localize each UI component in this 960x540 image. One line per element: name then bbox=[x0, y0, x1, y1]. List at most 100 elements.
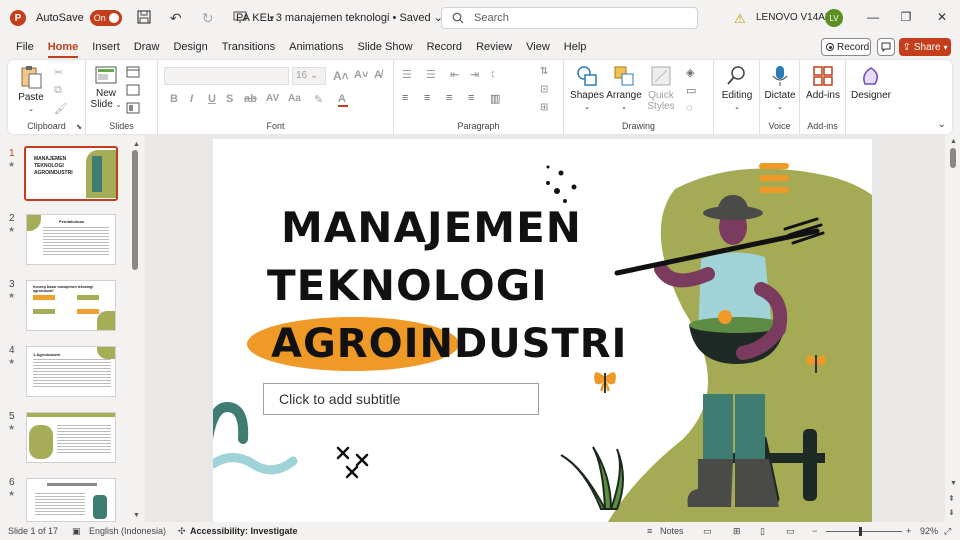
record-button[interactable]: Record bbox=[821, 38, 871, 56]
tab-view[interactable]: View bbox=[526, 39, 550, 55]
paste-button[interactable]: Paste ⌄ bbox=[14, 64, 48, 114]
normal-view-icon[interactable]: ▭ bbox=[703, 526, 712, 537]
thumbnail-slide-1[interactable]: MANAJEMEN TEKNOLOGI AGROINDUSTRI bbox=[24, 146, 118, 201]
text-direction-icon[interactable]: ⇅ bbox=[540, 66, 548, 77]
clipboard-launcher-icon[interactable]: ⬊ bbox=[76, 123, 82, 131]
numbering-icon[interactable]: ☰ bbox=[426, 68, 436, 81]
tab-transitions[interactable]: Transitions bbox=[222, 39, 275, 55]
italic-icon[interactable]: I bbox=[190, 93, 193, 105]
slide-sorter-icon[interactable]: ⊞ bbox=[733, 526, 741, 537]
search-input[interactable]: Search bbox=[441, 7, 698, 29]
thumbnail-scrollbar[interactable] bbox=[132, 150, 138, 270]
increase-indent-icon[interactable]: ⇥ bbox=[470, 68, 479, 81]
change-case-icon[interactable]: Aa bbox=[288, 93, 301, 104]
columns-icon[interactable]: ▥ bbox=[490, 92, 500, 105]
highlight-icon[interactable]: ✎ bbox=[314, 93, 323, 106]
strikethrough-icon[interactable]: ab bbox=[244, 93, 257, 105]
bold-icon[interactable]: B bbox=[170, 93, 178, 105]
warning-icon[interactable]: ⚠ bbox=[734, 11, 746, 27]
redo-icon[interactable]: ↻ bbox=[198, 10, 218, 27]
format-painter-icon[interactable]: 🖌 bbox=[54, 102, 68, 115]
reset-icon[interactable] bbox=[126, 84, 140, 96]
quick-styles-button[interactable]: Quick Styles bbox=[644, 64, 678, 112]
addins-button[interactable]: Add-ins bbox=[804, 64, 842, 101]
tab-help[interactable]: Help bbox=[564, 39, 587, 55]
shape-outline-icon[interactable]: ▭ bbox=[686, 84, 696, 97]
line-spacing-icon[interactable]: ↕ bbox=[490, 68, 496, 80]
scroll-up-icon[interactable]: ▲ bbox=[950, 138, 957, 145]
tab-design[interactable]: Design bbox=[173, 39, 207, 55]
slide-1[interactable]: MANAJEMEN TEKNOLOGI AGROINDUSTRI Click t… bbox=[213, 139, 872, 522]
comments-button[interactable] bbox=[877, 38, 895, 56]
next-slide-icon[interactable]: ⇟ bbox=[948, 508, 955, 517]
slideshow-view-icon[interactable]: ▭ bbox=[786, 526, 795, 537]
scroll-up-icon[interactable]: ▲ bbox=[133, 141, 140, 148]
cut-icon[interactable]: ✂ bbox=[54, 66, 68, 79]
section-icon[interactable] bbox=[126, 102, 140, 114]
tab-record[interactable]: Record bbox=[427, 39, 462, 55]
spelling-icon[interactable]: ▣ bbox=[72, 526, 81, 537]
language-status[interactable]: English (Indonesia) bbox=[89, 526, 166, 536]
tab-animations[interactable]: Animations bbox=[289, 39, 343, 55]
increase-font-icon[interactable]: A˄ bbox=[333, 69, 349, 83]
bullets-icon[interactable]: ☰ bbox=[402, 68, 412, 81]
character-spacing-icon[interactable]: AV bbox=[266, 93, 279, 104]
tab-slide-show[interactable]: Slide Show bbox=[358, 39, 413, 55]
tab-review[interactable]: Review bbox=[476, 39, 512, 55]
layout-icon[interactable] bbox=[126, 66, 140, 78]
justify-icon[interactable]: ≡ bbox=[468, 92, 474, 104]
restore-icon[interactable]: ❐ bbox=[896, 10, 916, 24]
thumbnail-slide-4[interactable]: 1.Agroindustri bbox=[26, 346, 116, 397]
previous-slide-icon[interactable]: ⇞ bbox=[948, 494, 955, 503]
shapes-button[interactable]: Shapes ⌄ bbox=[570, 64, 604, 112]
align-text-icon[interactable]: ⊡ bbox=[540, 84, 548, 95]
editing-button[interactable]: Editing ⌄ bbox=[718, 64, 756, 112]
arrange-button[interactable]: Arrange ⌄ bbox=[606, 64, 642, 112]
document-title[interactable]: PA KEL 3 manajemen teknologi • Saved ⌄ bbox=[236, 11, 443, 24]
thumbnail-slide-6[interactable] bbox=[26, 478, 116, 522]
align-right-icon[interactable]: ≡ bbox=[446, 92, 452, 104]
clear-formatting-icon[interactable]: A̸ bbox=[374, 69, 382, 81]
designer-button[interactable]: Designer bbox=[850, 64, 892, 101]
subtitle-placeholder[interactable]: Click to add subtitle bbox=[263, 383, 539, 415]
collapse-ribbon-icon[interactable]: ⌄ bbox=[938, 119, 946, 130]
dictate-button[interactable]: Dictate ⌄ bbox=[762, 64, 798, 112]
zoom-in-icon[interactable]: + bbox=[906, 526, 911, 536]
tab-draw[interactable]: Draw bbox=[134, 39, 160, 55]
underline-icon[interactable]: U bbox=[208, 93, 216, 105]
autosave-toggle[interactable]: On bbox=[89, 10, 122, 26]
thumbnail-slide-5[interactable] bbox=[26, 412, 116, 463]
accessibility-status[interactable]: Accessibility: Investigate bbox=[190, 526, 298, 536]
notes-button[interactable]: Notes bbox=[660, 526, 684, 536]
slide-title-line-1[interactable]: MANAJEMEN bbox=[281, 203, 582, 252]
minimize-icon[interactable]: — bbox=[863, 10, 883, 24]
undo-icon[interactable]: ↶ bbox=[166, 10, 186, 27]
align-left-icon[interactable]: ≡ bbox=[402, 92, 408, 104]
thumbnail-slide-3[interactable]: Konsep Dasar manajemen teknologi agroind… bbox=[26, 280, 116, 331]
font-name-input[interactable] bbox=[164, 67, 289, 85]
fit-slide-icon[interactable]: ⤢ bbox=[944, 526, 951, 537]
copy-icon[interactable]: ⧉ bbox=[54, 84, 68, 96]
new-slide-button[interactable]: New Slide ⌄ bbox=[90, 64, 122, 110]
decrease-indent-icon[interactable]: ⇤ bbox=[450, 68, 459, 81]
font-size-input[interactable]: 16 ⌄ bbox=[292, 67, 326, 85]
scroll-down-icon[interactable]: ▼ bbox=[133, 512, 140, 519]
shape-effects-icon[interactable]: ◌ bbox=[686, 102, 693, 114]
tab-insert[interactable]: Insert bbox=[92, 39, 120, 55]
smartart-icon[interactable]: ⊞ bbox=[540, 102, 548, 113]
avatar[interactable]: LV bbox=[825, 9, 843, 27]
slide-title-line-3[interactable]: AGROINDUSTRI bbox=[271, 321, 627, 367]
scroll-down-icon[interactable]: ▼ bbox=[950, 480, 957, 487]
shape-fill-icon[interactable]: ◈ bbox=[686, 66, 694, 79]
zoom-level[interactable]: 92% bbox=[920, 526, 938, 536]
thumbnail-slide-2[interactable]: Pendahuluan bbox=[26, 214, 116, 265]
reading-view-icon[interactable]: ▯ bbox=[760, 526, 765, 537]
close-icon[interactable]: ✕ bbox=[932, 10, 952, 24]
tab-file[interactable]: File bbox=[16, 39, 34, 55]
decrease-font-icon[interactable]: A˅ bbox=[354, 69, 368, 81]
zoom-out-icon[interactable]: − bbox=[812, 526, 817, 536]
font-color-icon[interactable]: A bbox=[338, 93, 348, 107]
slide-scrollbar[interactable] bbox=[950, 148, 956, 168]
slide-title-line-2[interactable]: TEKNOLOGI bbox=[267, 261, 548, 310]
zoom-slider-handle[interactable] bbox=[859, 527, 862, 536]
